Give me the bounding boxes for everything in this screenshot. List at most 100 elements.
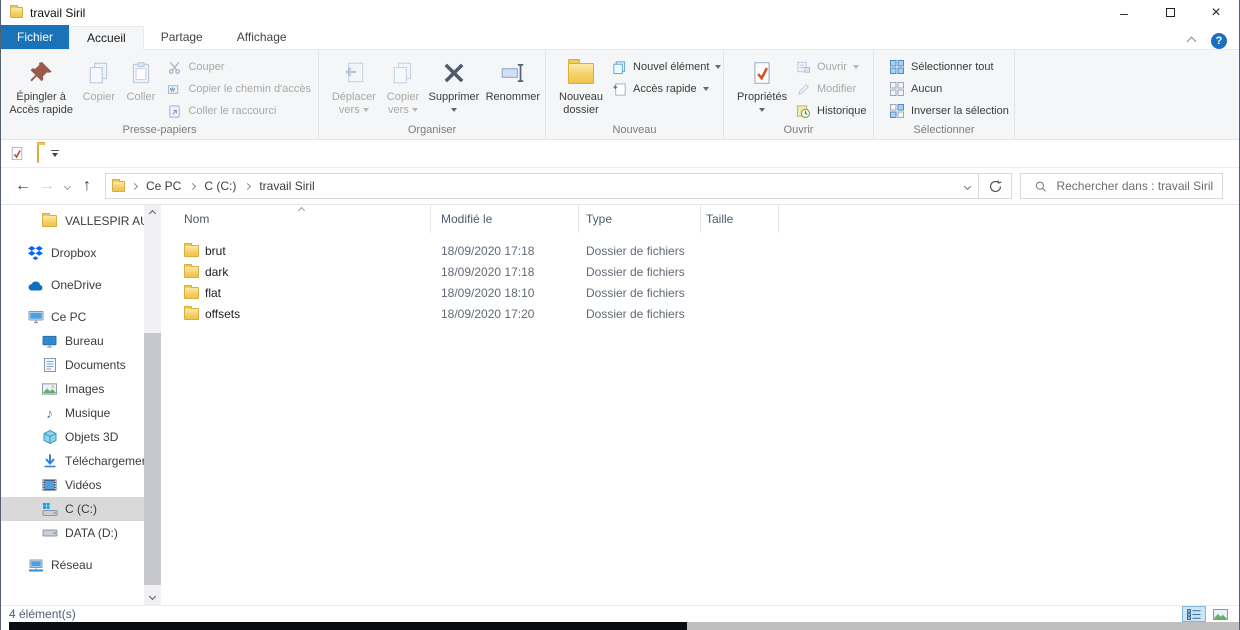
tab-view[interactable]: Affichage (220, 25, 304, 49)
refresh-icon (989, 179, 1002, 192)
copy-path-icon (166, 81, 182, 97)
ribbon-group-new: Nouveau dossier Nouvel élément Accès rapi… (546, 50, 724, 139)
open-small-buttons: Ouvrir Modifier Historique (790, 53, 872, 122)
breadcrumb-current-folder[interactable]: travail Siril (257, 179, 316, 193)
sidebar-item-onedrive[interactable]: OneDrive (1, 273, 144, 297)
file-list-pane: Nom Modifié le Type Taille brut 18/09/20… (161, 205, 1239, 605)
minimize-button[interactable]: – (1101, 0, 1147, 25)
select-all-icon (889, 59, 905, 75)
sidebar-item-desktop[interactable]: Bureau (1, 329, 144, 353)
tab-home[interactable]: Accueil (69, 26, 144, 50)
open-button[interactable]: Ouvrir (790, 56, 872, 78)
properties-button[interactable]: Propriétés (734, 53, 790, 119)
sidebar-item-downloads[interactable]: Téléchargements (1, 449, 144, 473)
ribbon-group-organize: Déplacer vers Copier vers Supprimer Renomm… (319, 50, 546, 139)
taskbar-dark-segment (9, 622, 687, 630)
sidebar-item-videos[interactable]: Vidéos (1, 473, 144, 497)
onedrive-cloud-icon (27, 280, 44, 291)
new-item-button[interactable]: Nouvel élément (606, 56, 726, 78)
navigation-pane: VALLESPIR AUTO Dropbox OneDrive Ce PC (1, 205, 144, 605)
sidebar-item-network[interactable]: Réseau (1, 553, 144, 577)
navigation-bar: ← → ↑ Ce PC C (C:) travail Siril (1, 168, 1239, 205)
file-row-brut[interactable]: brut 18/09/2020 17:18 Dossier de fichier… (161, 240, 1239, 261)
delete-button[interactable]: Supprimer (425, 53, 482, 119)
tab-file[interactable]: Fichier (1, 25, 70, 49)
easy-access-icon (611, 81, 627, 97)
sidebar-scrollbar[interactable] (144, 205, 161, 605)
easy-access-button[interactable]: Accès rapide (606, 78, 726, 100)
pictures-icon (41, 383, 58, 395)
new-item-icon (611, 59, 627, 75)
sidebar-item-this-pc[interactable]: Ce PC (1, 305, 144, 329)
cut-button[interactable]: Couper (161, 56, 316, 78)
copy-to-icon (390, 55, 416, 91)
paste-shortcut-button[interactable]: Coller le raccourci (161, 100, 316, 122)
windows-drive-icon (41, 502, 58, 516)
explorer-window: travail Siril – × Fichier Accueil Partag… (0, 0, 1240, 630)
maximize-button[interactable] (1147, 0, 1193, 25)
breadcrumb-this-pc[interactable]: Ce PC (144, 179, 183, 193)
file-row-dark[interactable]: dark 18/09/2020 17:18 Dossier de fichier… (161, 261, 1239, 282)
rename-button[interactable]: Renommer (483, 53, 543, 106)
sidebar-item-documents[interactable]: Documents (1, 353, 144, 377)
window-title: travail Siril (30, 5, 86, 20)
file-row-flat[interactable]: flat 18/09/2020 18:10 Dossier de fichier… (161, 282, 1239, 303)
select-none-button[interactable]: Aucun (884, 78, 1014, 100)
sidebar-item-d-drive[interactable]: DATA (D:) (1, 521, 144, 545)
scroll-down-icon[interactable] (144, 588, 161, 605)
new-folder-button[interactable]: Nouveau dossier (556, 53, 606, 119)
tab-share[interactable]: Partage (144, 25, 220, 49)
drive-icon (41, 529, 58, 537)
folder-icon (184, 263, 199, 278)
select-all-button[interactable]: Sélectionner tout (884, 56, 1014, 78)
clipboard-small-buttons: Couper Copier le chemin d'accès Coller l… (161, 53, 316, 122)
copy-button[interactable]: Copier (77, 53, 120, 106)
details-view-button[interactable] (1182, 606, 1206, 622)
help-icon[interactable]: ? (1211, 33, 1227, 49)
qat-customize-icon[interactable] (51, 149, 59, 158)
clipboard-group-label: Presse-papiers (122, 124, 197, 136)
thumbnail-view-button[interactable] (1208, 606, 1232, 622)
sidebar-item-dropbox[interactable]: Dropbox (1, 241, 144, 265)
address-dropdown-icon[interactable] (963, 182, 972, 190)
up-button[interactable]: ↑ (75, 177, 99, 195)
recent-locations-icon[interactable] (59, 182, 75, 190)
invert-selection-button[interactable]: Inverser la sélection (884, 100, 1014, 122)
search-box[interactable] (1020, 173, 1223, 199)
pin-to-quick-access-button[interactable]: Épingler à Accès rapide (5, 53, 77, 119)
search-input[interactable] (1056, 179, 1216, 193)
window-controls: – × (1101, 0, 1239, 25)
history-button[interactable]: Historique (790, 100, 872, 122)
back-button[interactable]: ← (11, 177, 35, 195)
sidebar-item-3d-objects[interactable]: Objets 3D (1, 425, 144, 449)
address-bar[interactable]: Ce PC C (C:) travail Siril (105, 173, 979, 199)
ribbon-tab-row: Fichier Accueil Partage Affichage ? (1, 25, 1239, 50)
select-none-icon (889, 81, 905, 97)
move-to-button[interactable]: Déplacer vers (327, 53, 381, 119)
scrollbar-thumb[interactable] (144, 333, 161, 585)
edit-button[interactable]: Modifier (790, 78, 872, 100)
column-header-type[interactable]: Type (579, 205, 701, 233)
qat-new-folder-button[interactable] (37, 143, 39, 163)
refresh-button[interactable] (979, 173, 1012, 199)
breadcrumb-c-drive[interactable]: C (C:) (202, 179, 238, 193)
desktop-icon (41, 335, 58, 348)
sidebar-item-pictures[interactable]: Images (1, 377, 144, 401)
sidebar-item-vallespir[interactable]: VALLESPIR AUTO (1, 209, 144, 233)
music-note-icon: ♪ (46, 405, 53, 421)
select-small-buttons: Sélectionner tout Aucun Inverser la séle… (884, 53, 1014, 122)
file-row-offsets[interactable]: offsets 18/09/2020 17:20 Dossier de fich… (161, 303, 1239, 324)
sidebar-item-c-drive[interactable]: C (C:) (1, 497, 144, 521)
column-header-modified[interactable]: Modifié le (431, 205, 579, 233)
collapse-ribbon-icon[interactable] (1186, 36, 1197, 46)
column-header-name[interactable]: Nom (161, 205, 431, 233)
copy-to-button[interactable]: Copier vers (381, 53, 426, 119)
close-button[interactable]: × (1193, 0, 1239, 25)
forward-button[interactable]: → (35, 177, 59, 195)
column-header-size[interactable]: Taille (701, 205, 779, 233)
scroll-up-icon[interactable] (144, 205, 161, 222)
paste-button[interactable]: Coller (120, 53, 161, 106)
qat-properties-button[interactable] (9, 146, 25, 162)
copy-path-button[interactable]: Copier le chemin d'accès (161, 78, 316, 100)
sidebar-item-music[interactable]: ♪ Musique (1, 401, 144, 425)
